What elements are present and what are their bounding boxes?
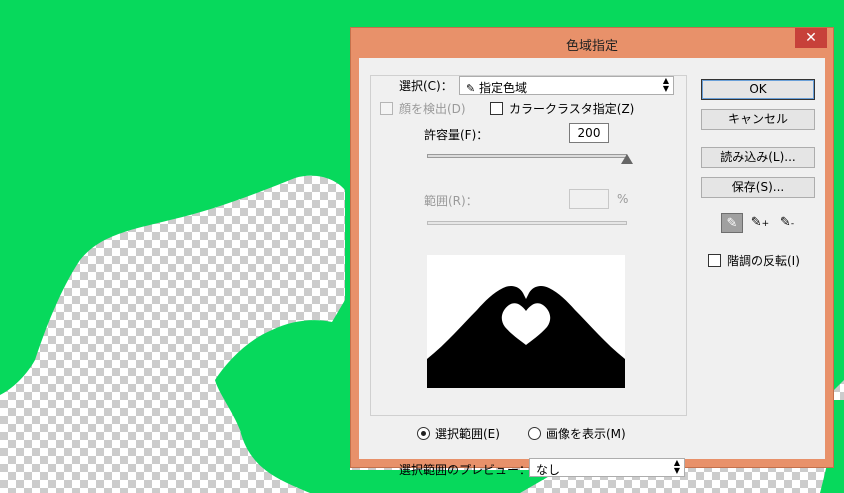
select-label: 選択(C)：: [399, 79, 453, 93]
localized-clusters-label: カラークラスタ指定(Z): [509, 102, 635, 116]
selection-preview-dropdown[interactable]: なし ▲ ▼: [529, 458, 685, 477]
dialog-title: 色域指定: [565, 39, 618, 54]
close-button[interactable]: ✕: [795, 28, 827, 48]
selection-preview-image: [427, 255, 625, 388]
range-label: 範囲(R)：: [424, 194, 478, 208]
ok-button[interactable]: OK: [701, 79, 815, 100]
dropdown-arrows-icon: ▲ ▼: [662, 76, 669, 93]
fuzziness-slider-thumb[interactable]: [621, 154, 633, 164]
eyedropper-icon: ✎: [466, 82, 476, 95]
select-dropdown[interactable]: ✎ 指定色域 ▲ ▼: [459, 76, 674, 95]
localized-clusters-checkbox[interactable]: [490, 102, 503, 115]
fuzziness-slider-track[interactable]: [427, 154, 627, 158]
range-slider-track[interactable]: [427, 221, 627, 225]
selection-view-label: 選択範囲(E): [435, 427, 500, 441]
image-view-label: 画像を表示(M): [546, 427, 626, 441]
range-input[interactable]: [569, 189, 609, 209]
image-view-radio[interactable]: [528, 427, 541, 440]
dropdown-arrows-icon: ▲ ▼: [673, 458, 680, 475]
range-unit: %: [617, 192, 629, 206]
fuzziness-input[interactable]: 200: [569, 123, 609, 143]
heart-hands-silhouette: [427, 285, 625, 388]
selection-preview-label: 選択範囲のプレビュー：: [399, 463, 532, 477]
dialog-client-area: 選択(C)： ✎ 指定色域 ▲ ▼ 顔を検出(D) カラークラスタ指定(Z) 許容…: [359, 58, 825, 477]
color-range-dialog: 色域指定 ✕ 選択(C)： ✎ 指定色域 ▲ ▼ 顔を検出(D) カラークラスタ指…: [350, 27, 834, 477]
eyedropper-minus-icon[interactable]: ✎-: [776, 213, 798, 233]
face-detect-checkbox[interactable]: [380, 102, 393, 115]
fuzziness-label: 許容量(F)：: [424, 128, 489, 142]
select-value: ✎ 指定色域: [466, 81, 528, 95]
face-detect-label: 顔を検出(D): [399, 102, 466, 116]
cancel-button[interactable]: キャンセル: [701, 109, 815, 130]
save-button[interactable]: 保存(S)...: [701, 177, 815, 198]
title-bar[interactable]: 色域指定 ✕: [351, 28, 833, 58]
eyedropper-icon[interactable]: ✎: [721, 213, 743, 233]
close-icon: ✕: [805, 30, 817, 46]
load-button[interactable]: 読み込み(L)...: [701, 147, 815, 168]
invert-label: 階調の反転(I): [727, 254, 800, 268]
eyedropper-plus-icon[interactable]: ✎+: [749, 213, 771, 233]
selection-view-radio[interactable]: [417, 427, 430, 440]
invert-checkbox[interactable]: [708, 254, 721, 267]
